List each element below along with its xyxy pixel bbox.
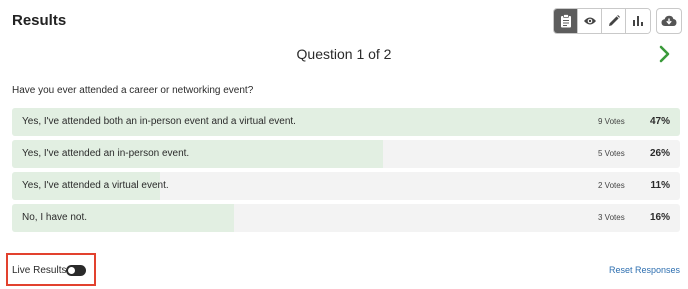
pencil-icon bbox=[608, 15, 620, 26]
reset-responses-link[interactable]: Reset Responses bbox=[609, 265, 680, 275]
live-results-label: Live Results bbox=[12, 265, 67, 276]
answer-row: No, I have not. 3 Votes 16% bbox=[12, 204, 680, 232]
view-toolbar bbox=[553, 8, 682, 34]
chart-view-button[interactable] bbox=[626, 9, 650, 33]
answer-label: Yes, I've attended both an in-person eve… bbox=[22, 116, 296, 127]
answer-percent: 47% bbox=[649, 116, 670, 127]
answer-votes: 2 Votes bbox=[598, 181, 625, 190]
answer-row: Yes, I've attended both an in-person eve… bbox=[12, 108, 680, 136]
answer-row: Yes, I've attended a virtual event. 2 Vo… bbox=[12, 172, 680, 200]
view-mode-group bbox=[553, 8, 651, 34]
answer-label: Yes, I've attended a virtual event. bbox=[22, 180, 169, 191]
answer-list: Yes, I've attended both an in-person eve… bbox=[12, 108, 680, 236]
live-results-toggle[interactable] bbox=[66, 265, 86, 276]
clipboard-icon bbox=[560, 14, 571, 28]
cloud-download-icon bbox=[661, 15, 677, 26]
answer-row: Yes, I've attended an in-person event. 5… bbox=[12, 140, 680, 168]
bar-chart-icon bbox=[633, 16, 643, 26]
answer-percent: 26% bbox=[649, 148, 670, 159]
question-counter: Question 1 of 2 bbox=[296, 46, 392, 62]
eye-icon bbox=[583, 17, 596, 25]
answer-votes: 3 Votes bbox=[598, 213, 625, 222]
answer-label: Yes, I've attended an in-person event. bbox=[22, 148, 190, 159]
answer-votes: 9 Votes bbox=[598, 117, 625, 126]
results-view-button[interactable] bbox=[554, 9, 578, 33]
question-text: Have you ever attended a career or netwo… bbox=[12, 85, 254, 96]
toggle-knob bbox=[68, 267, 75, 274]
answer-votes: 5 Votes bbox=[598, 149, 625, 158]
answer-percent: 11% bbox=[650, 180, 670, 191]
page-title: Results bbox=[12, 12, 67, 29]
preview-button[interactable] bbox=[578, 9, 602, 33]
download-button[interactable] bbox=[656, 8, 682, 34]
answer-percent: 16% bbox=[649, 212, 670, 223]
chevron-right-icon[interactable] bbox=[657, 45, 673, 63]
answer-label: No, I have not. bbox=[22, 212, 88, 223]
edit-button[interactable] bbox=[602, 9, 626, 33]
